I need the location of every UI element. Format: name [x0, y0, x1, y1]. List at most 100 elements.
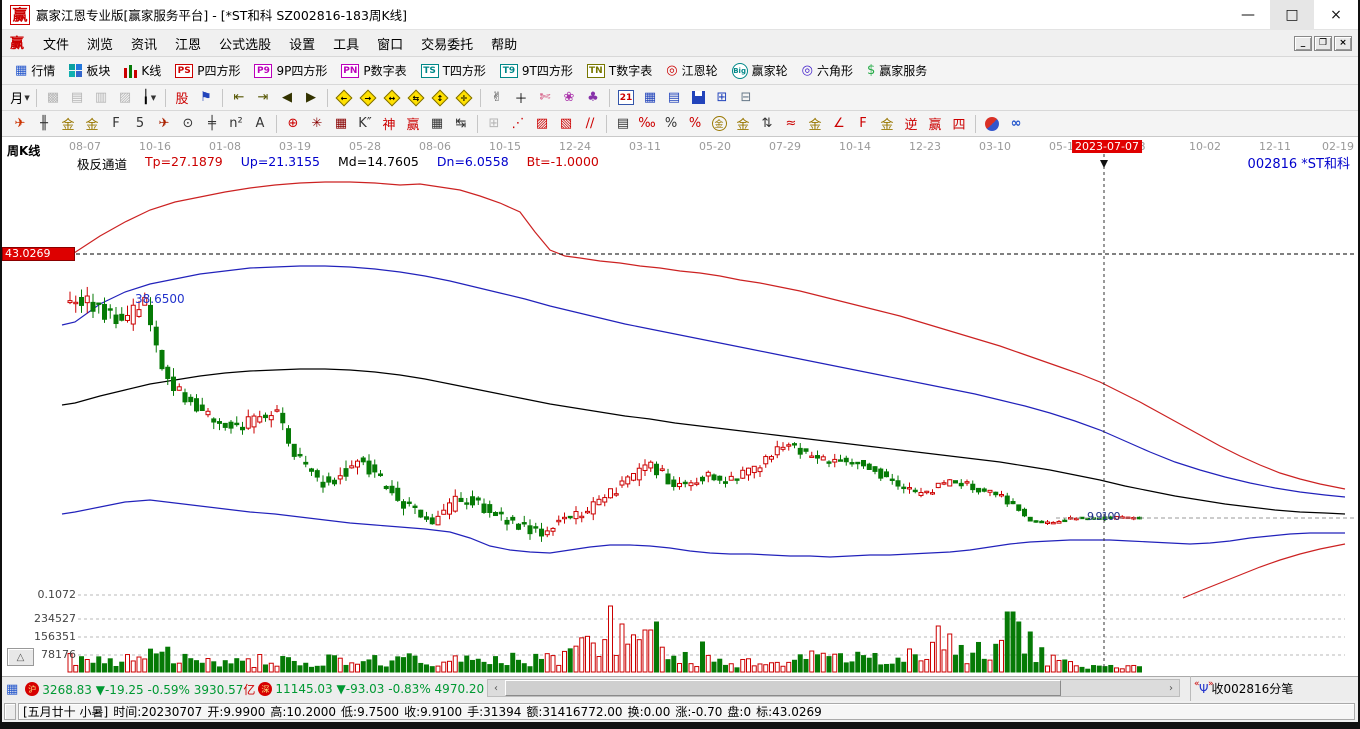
gann-gold-circle-tool[interactable]: 金 — [708, 113, 730, 134]
flower-tool-button[interactable]: ❀ — [558, 87, 580, 108]
menu-item-浏览[interactable]: 浏览 — [78, 31, 122, 56]
gann-pct7-tool[interactable]: ‰ — [636, 113, 658, 134]
maximize-button[interactable]: □ — [1270, 0, 1314, 30]
close-button[interactable]: × — [1314, 0, 1358, 30]
restore-rights-button[interactable]: 股 — [171, 87, 193, 108]
crosshair-tool-button[interactable]: ＋ — [510, 87, 532, 108]
kstyle-button[interactable]: ╽ ▼ — [138, 87, 160, 108]
network-button[interactable]: ⊞ — [711, 87, 733, 108]
menu-item-工具[interactable]: 工具 — [324, 31, 368, 56]
bar-chart2-button[interactable]: ▨ — [114, 87, 136, 108]
diamond-h-expand-button[interactable]: ↔ — [381, 87, 403, 108]
gann-shen-tool[interactable]: 神 — [378, 113, 400, 134]
diamond-right-button[interactable]: → — [357, 87, 379, 108]
gann-gold2-tool[interactable]: 金 — [804, 113, 826, 134]
panel-expand-button[interactable]: △ — [7, 648, 34, 666]
nine-p-square-button[interactable]: P9 9P四方形 — [247, 60, 334, 81]
quotes-button[interactable]: ▦ 行情 — [8, 60, 62, 81]
gann-span-tool[interactable]: ↹ — [450, 113, 472, 134]
notes-button[interactable]: ▤ — [663, 87, 685, 108]
save-button[interactable] — [687, 87, 709, 108]
winner-service-button[interactable]: $ 赢家服务 — [860, 60, 934, 81]
mdi-restore-button[interactable]: ❐ — [1314, 35, 1332, 51]
gann-dense-grid-tool[interactable]: ▦ — [426, 113, 448, 134]
t-square-button[interactable]: TS T四方形 — [414, 60, 493, 81]
gann-gold-line-tool[interactable]: 金 — [732, 113, 754, 134]
minimize-button[interactable]: — — [1226, 0, 1270, 30]
p-number-table-button[interactable]: PN P数字表 — [334, 60, 413, 81]
menu-item-交易委托[interactable]: 交易委托 — [412, 31, 482, 56]
scrollbar-thumb[interactable] — [505, 680, 1061, 696]
gann-pct-line-tool[interactable]: % — [684, 113, 706, 134]
winner-wheel-button[interactable]: Big 赢家轮 — [725, 60, 795, 81]
gann-star-tool[interactable]: ✳ — [306, 113, 328, 134]
gann-fan-tool[interactable]: ⋰ — [507, 113, 529, 134]
menu-item-资讯[interactable]: 资讯 — [122, 31, 166, 56]
gann-frame-tool[interactable]: ⊞ — [483, 113, 505, 134]
gann-rocket2-tool[interactable]: ✈ — [153, 113, 175, 134]
hexagon-button[interactable]: ◎ 六角形 — [795, 60, 860, 81]
gann-k-tool[interactable]: K″ — [354, 113, 376, 134]
gann-box-star-tool[interactable]: ▦ — [330, 113, 352, 134]
gann-5-grid-tool[interactable]: 5 — [129, 113, 151, 134]
diamond-all-button[interactable]: ✛ — [453, 87, 475, 108]
gann-gold-grid-tool[interactable]: 金 — [57, 113, 79, 134]
gann-updown-tool[interactable]: ⇅ — [756, 113, 778, 134]
gann-ni-angle-tool[interactable]: 逆 — [900, 113, 922, 134]
bar-chart-button[interactable]: ▥ — [90, 87, 112, 108]
p-square-button[interactable]: PS P四方形 — [168, 60, 247, 81]
period-month-button[interactable]: 月 ▼ — [9, 87, 31, 108]
prev-button[interactable]: ◀ — [276, 87, 298, 108]
diamond-left-button[interactable]: ← — [333, 87, 355, 108]
gann-circle-grid-tool[interactable]: ⊙ — [177, 113, 199, 134]
gann-ying-tool[interactable]: 赢 — [402, 113, 424, 134]
calculator-button[interactable]: ▦ — [639, 87, 661, 108]
gann-rocket-tool[interactable]: ✈ — [9, 113, 31, 134]
chart-canvas[interactable] — [2, 137, 1358, 676]
horizontal-scrollbar[interactable]: ‹ › — [487, 679, 1180, 697]
gann-angle-a-tool[interactable]: A — [249, 113, 271, 134]
hand-tool-button[interactable]: ✌ — [486, 87, 508, 108]
gann-grid-tool[interactable]: ╫ — [33, 113, 55, 134]
scroll-right-button[interactable]: › — [1163, 680, 1179, 696]
infinity-tool[interactable]: ∞ — [1005, 113, 1027, 134]
mdi-close-button[interactable]: × — [1334, 35, 1352, 51]
gann-wheel-button[interactable]: ◎ 江恩轮 — [659, 60, 724, 81]
mdi-minimize-button[interactable]: _ — [1294, 35, 1312, 51]
flag-button[interactable]: ⚑ — [195, 87, 217, 108]
menu-item-窗口[interactable]: 窗口 — [368, 31, 412, 56]
gann-f-grid-tool[interactable]: F — [105, 113, 127, 134]
gann-scale-tool[interactable]: ▤ — [612, 113, 634, 134]
kline-button[interactable]: K线 — [117, 60, 168, 81]
menu-item-设置[interactable]: 设置 — [280, 31, 324, 56]
gann-ying-angle-tool[interactable]: 赢 — [924, 113, 946, 134]
cut-tool-button[interactable]: ✄ — [534, 87, 556, 108]
calendar-button[interactable]: 21 — [615, 87, 637, 108]
taichi-tool[interactable] — [981, 113, 1003, 134]
gann-target-tool[interactable]: ⊕ — [282, 113, 304, 134]
menu-item-帮助[interactable]: 帮助 — [482, 31, 526, 56]
scroll-left-button[interactable]: ‹ — [488, 680, 504, 696]
gann-shade-tool[interactable]: ▨ — [531, 113, 553, 134]
menu-item-公式选股[interactable]: 公式选股 — [210, 31, 280, 56]
next-button[interactable]: ▶ — [300, 87, 322, 108]
gann-wave-tool[interactable]: ≈ — [780, 113, 802, 134]
clover-tool-button[interactable]: ♣ — [582, 87, 604, 108]
diamond-v-expand-button[interactable]: ↕ — [429, 87, 451, 108]
nine-t-square-button[interactable]: T9 9T四方形 — [493, 60, 580, 81]
gann-gold-grid2-tool[interactable]: 金 — [81, 113, 103, 134]
menu-item-文件[interactable]: 文件 — [34, 31, 78, 56]
gann-ruler-tool[interactable]: ╪ — [201, 113, 223, 134]
t-number-table-button[interactable]: TN T数字表 — [580, 60, 659, 81]
image-tool-button[interactable]: ▩ — [42, 87, 64, 108]
sectors-button[interactable]: 板块 — [62, 60, 117, 81]
gann-si-angle-tool[interactable]: 四 — [948, 113, 970, 134]
diamond-h-shrink-button[interactable]: ⇆ — [405, 87, 427, 108]
gann-slash-tool[interactable]: ∕∕ — [579, 113, 601, 134]
last-page-button[interactable]: ⇥ — [252, 87, 274, 108]
gann-pct-tool[interactable]: % — [660, 113, 682, 134]
gann-gold-angle-tool[interactable]: 金 — [876, 113, 898, 134]
menu-item-江恩[interactable]: 江恩 — [166, 31, 210, 56]
gann-f-angle-tool[interactable]: F — [852, 113, 874, 134]
doc-tool-button[interactable]: ▤ — [66, 87, 88, 108]
